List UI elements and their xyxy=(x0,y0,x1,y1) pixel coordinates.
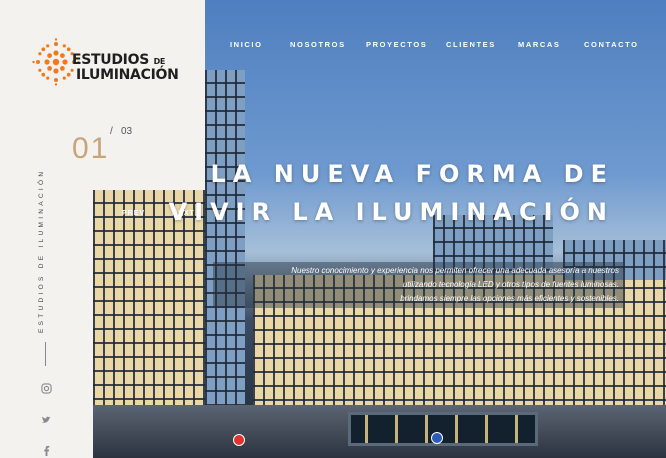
direction-sign xyxy=(431,432,443,444)
no-entry-sign xyxy=(233,434,245,446)
hero-headline-line2: VIVIR LA ILUMINACIÓN xyxy=(168,198,614,226)
hero-description: Nuestro conocimiento y experiencia nos p… xyxy=(213,262,623,308)
logo-wordmark-line1: ESTUDIOS DE xyxy=(72,52,166,68)
nav-item-nosotros[interactable]: NOSOTROS xyxy=(290,40,346,49)
nav-item-clientes[interactable]: CLIENTES xyxy=(446,40,496,49)
slide-current: 01 xyxy=(72,132,110,165)
twitter-icon[interactable] xyxy=(40,414,53,427)
nav-item-proyectos[interactable]: PROYECTOS xyxy=(366,40,427,49)
facebook-icon[interactable] xyxy=(40,445,53,458)
nav-item-marcas[interactable]: MARCAS xyxy=(518,40,561,49)
slide-separator: / xyxy=(110,126,113,137)
building-tower xyxy=(205,70,245,410)
hero-description-line1: Nuestro conocimiento y experiencia nos p… xyxy=(291,266,619,275)
logo[interactable]: ESTUDIOS DE ILUMINACIÓN xyxy=(32,38,182,90)
reflecting-pool xyxy=(348,412,538,446)
vertical-brand-text: ESTUDIOS DE ILUMINACIÓN xyxy=(38,168,45,333)
sidebar-divider xyxy=(45,342,46,366)
instagram-icon[interactable] xyxy=(40,383,53,396)
prev-button[interactable]: PREV xyxy=(122,210,145,217)
hero-description-line2: utilizando tecnología LED y otros tipos … xyxy=(402,280,619,289)
logo-wordmark-line2: ILUMINACIÓN xyxy=(76,67,179,83)
slide-total: 03 xyxy=(121,126,133,137)
hero-headline-line1: LA NUEVA FORMA DE xyxy=(210,160,614,188)
hero-description-line3: brindamos siempre las opciones más efici… xyxy=(400,294,619,303)
nav-item-inicio[interactable]: INICIO xyxy=(230,40,263,49)
nav-item-contacto[interactable]: CONTACTO xyxy=(584,40,639,49)
